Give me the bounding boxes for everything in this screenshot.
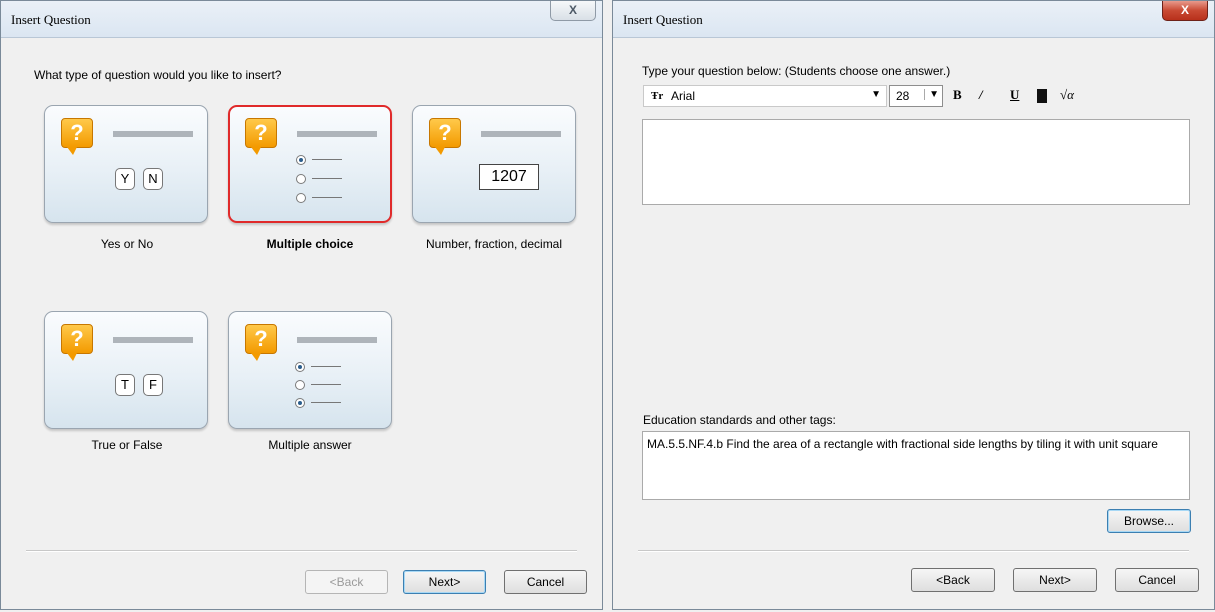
question-mark-icon: ? xyxy=(61,324,93,361)
no-key: N xyxy=(143,168,163,190)
question-mark-icon: ? xyxy=(429,118,461,155)
multiple-answer-card[interactable]: ? xyxy=(228,311,392,429)
question-mark-icon: ? xyxy=(245,324,277,361)
dialog-title: Insert Question xyxy=(623,12,703,27)
number-card[interactable]: ? 1207 xyxy=(412,105,576,223)
question-type-prompt: What type of question would you like to … xyxy=(34,68,282,82)
italic-button[interactable]: / xyxy=(979,87,983,103)
radio-empty-icon xyxy=(296,174,306,184)
false-key: F xyxy=(143,374,163,396)
yes-no-card[interactable]: ? Y N xyxy=(44,105,208,223)
close-button[interactable]: X xyxy=(1162,1,1208,21)
font-size-value: 28 xyxy=(896,89,910,103)
question-text-input[interactable] xyxy=(642,119,1190,205)
tags-input[interactable]: MA.5.5.NF.4.b Find the area of a rectang… xyxy=(642,431,1190,500)
question-line xyxy=(297,337,377,343)
insert-question-type-dialog: Insert Question X What type of question … xyxy=(0,0,603,610)
footer-separator xyxy=(638,550,1189,552)
next-button[interactable]: Next> xyxy=(403,570,486,594)
footer-separator xyxy=(26,550,577,552)
radio-selected-icon xyxy=(295,362,305,372)
yes-no-label: Yes or No xyxy=(100,237,154,251)
next-button[interactable]: Next> xyxy=(1013,568,1097,592)
chevron-down-icon: ▼ xyxy=(871,89,881,100)
radio-empty-icon xyxy=(295,380,305,390)
text-color-button[interactable] xyxy=(1037,89,1047,103)
question-prompt: Type your question below: (Students choo… xyxy=(642,64,951,78)
yes-key: Y xyxy=(115,168,135,190)
question-line xyxy=(297,131,377,137)
back-button[interactable]: <Back xyxy=(911,568,995,592)
back-button[interactable]: <Back xyxy=(305,570,388,594)
radio-selected-icon xyxy=(296,155,306,165)
equation-button[interactable]: √α xyxy=(1060,87,1074,103)
cancel-button[interactable]: Cancel xyxy=(1115,568,1199,592)
true-key: T xyxy=(115,374,135,396)
radio-selected-icon xyxy=(295,398,305,408)
close-button[interactable]: X xyxy=(550,1,596,21)
chevron-down-icon: ▼ xyxy=(924,89,939,100)
question-line xyxy=(113,337,193,343)
multiple-choice-label: Multiple choice xyxy=(266,237,354,251)
number-label: Number, fraction, decimal xyxy=(425,237,563,251)
font-icon: Ŧr xyxy=(651,90,664,102)
tags-label: Education standards and other tags: xyxy=(643,413,836,427)
title-bar[interactable]: Insert Question X xyxy=(613,1,1214,38)
radio-empty-icon xyxy=(296,193,306,203)
font-dropdown[interactable]: Ŧr Arial ▼ xyxy=(643,85,887,107)
question-line xyxy=(113,131,193,137)
multiple-answer-label: Multiple answer xyxy=(268,438,352,452)
true-false-label: True or False xyxy=(91,438,163,452)
font-name: Arial xyxy=(671,89,696,103)
true-false-card[interactable]: ? T F xyxy=(44,311,208,429)
question-mark-icon: ? xyxy=(61,118,93,155)
cancel-button[interactable]: Cancel xyxy=(504,570,587,594)
insert-question-text-dialog: Insert Question X Type your question bel… xyxy=(612,0,1215,610)
underline-button[interactable]: U xyxy=(1010,87,1019,103)
browse-button[interactable]: Browse... xyxy=(1107,509,1191,533)
question-line xyxy=(481,131,561,137)
font-size-dropdown[interactable]: 28 ▼ xyxy=(889,85,943,107)
number-sample: 1207 xyxy=(479,164,539,190)
multiple-choice-card[interactable]: ? xyxy=(228,105,392,223)
bold-button[interactable]: B xyxy=(953,87,962,103)
title-bar[interactable]: Insert Question X xyxy=(1,1,602,38)
dialog-title: Insert Question xyxy=(11,12,91,27)
question-mark-icon: ? xyxy=(245,118,277,155)
